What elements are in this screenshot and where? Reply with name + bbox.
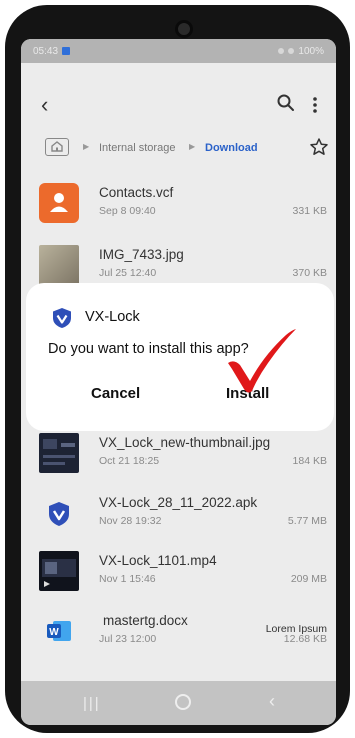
file-row[interactable]: W mastertg.docx Jul 23 12:00 Lorem Ipsum… <box>21 609 336 661</box>
star-favorite-icon[interactable] <box>309 137 329 157</box>
home-icon[interactable] <box>175 694 191 710</box>
more-options-icon[interactable] <box>310 95 320 115</box>
image-thumbnail <box>39 433 79 473</box>
home-folder-icon[interactable] <box>45 138 69 156</box>
breadcrumb: ▶ Internal storage ▶ Download <box>21 135 336 161</box>
wifi-icon <box>288 48 295 54</box>
file-date: Nov 1 15:46 <box>99 573 156 585</box>
back-arrow-icon[interactable]: ‹ <box>41 91 48 119</box>
status-time: 05:43 <box>33 45 59 57</box>
breadcrumb-separator-icon: ▶ <box>83 142 90 151</box>
breadcrumb-internal-storage[interactable]: Internal storage <box>99 142 175 154</box>
search-icon[interactable] <box>276 93 296 113</box>
dialog-question: Do you want to install this app? <box>48 341 249 357</box>
word-icon: W <box>39 611 79 651</box>
file-date: Sep 8 09:40 <box>99 205 156 217</box>
file-row[interactable]: VX-Lock_28_11_2022.apk Nov 28 19:32 5.77… <box>21 491 336 543</box>
video-thumbnail <box>39 551 79 591</box>
file-name: VX-Lock_28_11_2022.apk <box>99 495 258 510</box>
battery-level: 100% <box>298 45 324 57</box>
red-checkmark-icon <box>228 329 296 393</box>
front-camera <box>175 20 193 38</box>
breadcrumb-separator-icon: ▶ <box>189 142 196 151</box>
navigation-bar: ||| ‹ <box>21 681 336 725</box>
file-row[interactable]: Contacts.vcf Sep 8 09:40 331 KB <box>21 181 336 233</box>
toolbar: ‹ <box>21 91 336 119</box>
file-date: Oct 21 18:25 <box>99 455 160 467</box>
file-date: Nov 28 19:32 <box>99 515 162 527</box>
recent-apps-icon[interactable]: ||| <box>83 695 101 712</box>
file-name: mastertg.docx <box>103 613 188 628</box>
file-date: Jul 23 12:00 <box>99 633 157 645</box>
file-size: 209 MB <box>290 573 327 585</box>
file-size: 184 KB <box>292 455 327 467</box>
breadcrumb-download[interactable]: Download <box>205 142 258 154</box>
status-bar: 05:43 100% <box>21 39 336 63</box>
image-thumbnail <box>39 245 79 285</box>
vx-lock-shield-icon <box>53 308 71 328</box>
file-date: Jul 25 12:40 <box>99 267 157 279</box>
dialog-app-name: VX-Lock <box>85 309 140 325</box>
svg-text:W: W <box>49 627 59 638</box>
file-size: 12.68 KB <box>283 633 327 645</box>
install-dialog: VX-Lock Do you want to install this app?… <box>26 283 334 431</box>
signal-icon <box>278 48 285 54</box>
file-name: VX-Lock_1101.mp4 <box>99 553 217 568</box>
file-size: 331 KB <box>292 205 327 217</box>
file-row[interactable]: VX-Lock_1101.mp4 Nov 1 15:46 209 MB <box>21 549 336 601</box>
file-name: IMG_7433.jpg <box>99 247 184 262</box>
contacts-icon <box>39 183 79 223</box>
file-name: VX_Lock_new-thumbnail.jpg <box>99 435 271 450</box>
file-row[interactable]: VX_Lock_new-thumbnail.jpg Oct 21 18:25 1… <box>21 431 336 483</box>
file-size: 5.77 MB <box>287 515 327 527</box>
vx-lock-shield-icon <box>39 493 79 533</box>
cancel-button[interactable]: Cancel <box>91 385 140 402</box>
back-icon[interactable]: ‹ <box>269 691 275 712</box>
file-size: 370 KB <box>292 267 327 279</box>
file-name: Contacts.vcf <box>99 185 174 200</box>
gallery-notification-icon <box>62 47 71 55</box>
